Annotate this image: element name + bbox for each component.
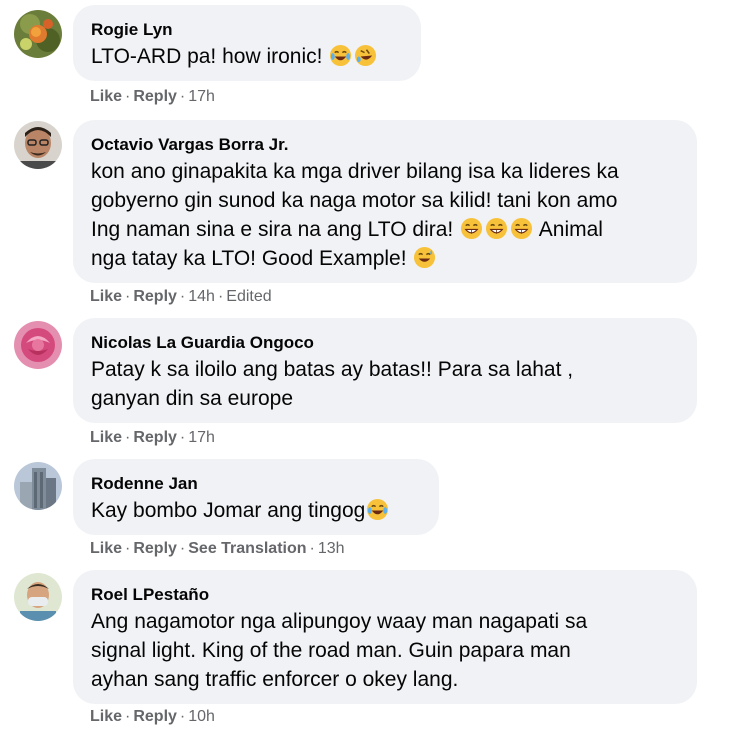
comment-actions: Like · Reply · 14h · Edited — [90, 287, 272, 307]
avatar[interactable] — [14, 321, 62, 369]
comment-text-line: signal light. King of the road man. Guin… — [91, 639, 571, 662]
comment-text-line: ganyan din sa europe — [91, 387, 293, 410]
comment-actions: Like · Reply · See Translation · 13h — [90, 539, 345, 559]
timestamp-link[interactable]: 13h — [318, 540, 345, 557]
timestamp-link[interactable]: 14h — [188, 288, 215, 305]
timestamp-link[interactable]: 10h — [188, 708, 215, 725]
comment-text-content: Ing naman sina e sira na ang LTO dira! — [91, 218, 460, 241]
timestamp-link[interactable]: 17h — [188, 429, 215, 446]
comment-author[interactable]: Roel LPestaño — [91, 584, 679, 606]
like-button[interactable]: Like — [90, 540, 122, 557]
separator: · — [179, 708, 186, 725]
like-button[interactable]: Like — [90, 288, 122, 305]
comment-text-line: kon ano ginapakita ka mga driver bilang … — [91, 160, 619, 183]
edited-label: Edited — [226, 288, 272, 305]
avatar[interactable] — [14, 573, 62, 621]
separator: · — [125, 429, 131, 446]
like-button[interactable]: Like — [90, 429, 122, 446]
separator: · — [179, 540, 186, 557]
see-translation-button[interactable]: See Translation — [188, 540, 306, 557]
comment-text: Patay k sa iloilo ang batas ay batas!! P… — [91, 355, 679, 413]
comment-author[interactable]: Nicolas La Guardia Ongoco — [91, 332, 679, 354]
comment-text-line: nga tatay ka LTO! Good Example! — [91, 244, 679, 273]
reply-button[interactable]: Reply — [133, 540, 177, 557]
separator: · — [179, 288, 186, 305]
comment-author[interactable]: Rogie Lyn — [91, 19, 403, 41]
separator: · — [309, 540, 315, 557]
separator: · — [125, 540, 131, 557]
grinning-face-with-sweat-emoji — [413, 246, 436, 269]
comment-bubble: Rogie Lyn LTO-ARD pa! how ironic! — [73, 5, 421, 81]
comment-text-line: Patay k sa iloilo ang batas ay batas!! P… — [91, 358, 574, 381]
reply-button[interactable]: Reply — [133, 288, 177, 305]
separator: · — [179, 88, 186, 105]
timestamp-link[interactable]: 17h — [188, 88, 215, 105]
separator: · — [125, 88, 131, 105]
comment-text: Ang nagamotor nga alipungoy waay man nag… — [91, 607, 679, 694]
face-with-tears-of-joy-emoji — [366, 498, 389, 521]
reply-button[interactable]: Reply — [133, 708, 177, 725]
comment-text-line: Ing naman sina e sira na ang LTO dira! A… — [91, 215, 679, 244]
comment-actions: Like · Reply · 17h — [90, 87, 215, 107]
comment-author[interactable]: Rodenne Jan — [91, 473, 421, 495]
comment-actions: Like · Reply · 10h — [90, 707, 215, 727]
reply-button[interactable]: Reply — [133, 88, 177, 105]
comment-text: LTO-ARD pa! how ironic! — [91, 42, 403, 71]
like-button[interactable]: Like — [90, 88, 122, 105]
grinning-face-with-sweat-emoji — [460, 217, 483, 240]
comment-text-content: nga tatay ka LTO! Good Example! — [91, 247, 413, 270]
comment-text-line: Ang nagamotor nga alipungoy waay man nag… — [91, 610, 588, 633]
separator: · — [125, 708, 131, 725]
separator: · — [179, 429, 186, 446]
comment-actions: Like · Reply · 17h — [90, 428, 215, 448]
avatar[interactable] — [14, 462, 62, 510]
avatar[interactable] — [14, 121, 62, 169]
comment-text: Kay bombo Jomar ang tingog — [91, 496, 421, 525]
grinning-face-with-sweat-emoji — [510, 217, 533, 240]
comment-bubble: Rodenne Jan Kay bombo Jomar ang tingog — [73, 459, 439, 535]
comment-text: kon ano ginapakita ka mga driver bilang … — [91, 157, 679, 273]
reply-button[interactable]: Reply — [133, 429, 177, 446]
comment-bubble: Nicolas La Guardia Ongoco Patay k sa ilo… — [73, 318, 697, 423]
comment-text-line: gobyerno gin sunod ka naga motor sa kili… — [91, 189, 618, 212]
comment-text-content: Animal — [534, 218, 603, 241]
comment-text-line: ayhan sang traffic enforcer o okey lang. — [91, 668, 459, 691]
avatar[interactable] — [14, 10, 62, 58]
comment-text-content: Kay bombo Jomar ang tingog — [91, 499, 366, 522]
face-with-tears-of-joy-emoji — [329, 44, 352, 67]
comment-text-content: LTO-ARD pa! how ironic! — [91, 45, 329, 68]
separator: · — [217, 288, 224, 305]
like-button[interactable]: Like — [90, 708, 122, 725]
rolling-on-floor-laughing-emoji — [354, 44, 377, 67]
comment-bubble: Octavio Vargas Borra Jr. kon ano ginapak… — [73, 120, 697, 283]
comment-bubble: Roel LPestaño Ang nagamotor nga alipungo… — [73, 570, 697, 704]
comment-author[interactable]: Octavio Vargas Borra Jr. — [91, 134, 679, 156]
separator: · — [125, 288, 131, 305]
grinning-face-with-sweat-emoji — [485, 217, 508, 240]
